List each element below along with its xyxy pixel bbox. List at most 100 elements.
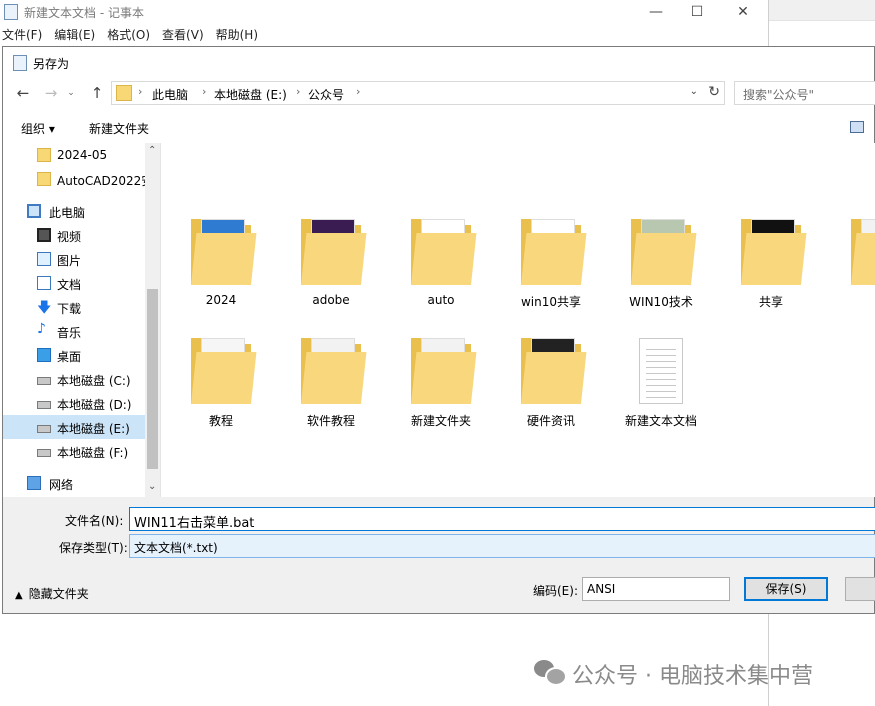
nav-item-label: 视频 <box>57 230 82 244</box>
notepad-title-bar: 新建文本文档 - 记事本 — ☐ ✕ <box>0 0 768 24</box>
menu-format[interactable]: 格式(O) <box>107 28 150 42</box>
nav-item[interactable]: 本地磁盘 (E:) <box>3 415 145 439</box>
chevron-down-icon[interactable]: ⌄ <box>690 86 698 97</box>
nav-item[interactable]: 本地磁盘 (F:) <box>3 439 145 463</box>
dialog-footer: ▲ 隐藏文件夹 编码(E): ANSI ⌄ 保存(S) <box>3 567 875 615</box>
view-options-icon[interactable] <box>850 121 864 133</box>
file-name: 新建文件夹 <box>410 414 471 428</box>
scroll-thumb[interactable] <box>147 289 158 469</box>
back-arrow-icon[interactable]: ← <box>15 85 31 101</box>
folder-item[interactable]: 新建文件夹 <box>391 326 491 436</box>
new-folder-button[interactable]: 新建文件夹 <box>89 120 149 137</box>
file-name: 教程 <box>208 414 233 428</box>
recent-dropdown-icon[interactable]: ⌄ <box>63 85 79 101</box>
menu-file[interactable]: 文件(F) <box>2 28 42 42</box>
nav-item[interactable]: 本地磁盘 (D:) <box>3 391 145 415</box>
nav-item-label: 下载 <box>57 302 82 316</box>
folder-icon <box>301 219 367 285</box>
maximize-button[interactable]: ☐ <box>677 2 717 22</box>
nav-item-label: AutoCAD2022安 <box>57 174 154 188</box>
folder-item[interactable]: 2024 <box>171 207 271 317</box>
file-name: 2024 <box>205 293 237 307</box>
drive-icon <box>37 425 51 433</box>
file-name: adobe <box>312 293 350 307</box>
file-name: auto <box>427 293 455 307</box>
dialog-title: 另存为 <box>33 57 70 71</box>
filetype-select[interactable]: 文本文档(*.txt) <box>129 534 875 558</box>
background-window-strip <box>769 0 875 21</box>
folder-item[interactable]: WIN10技术 <box>611 207 711 317</box>
search-input[interactable]: 搜索"公众号" <box>734 81 875 105</box>
cancel-button[interactable] <box>845 577 875 601</box>
refresh-icon[interactable]: ↻ <box>708 84 720 100</box>
folder-icon <box>37 172 51 186</box>
encoding-select[interactable]: ANSI ⌄ <box>582 577 730 601</box>
file-name: WIN10技术 <box>629 295 693 309</box>
scroll-up-icon[interactable]: ⌃ <box>148 145 156 156</box>
close-button[interactable]: ✕ <box>723 2 763 22</box>
nav-item-label: 图片 <box>57 254 82 268</box>
nav-scrollbar[interactable]: ⌃ ⌄ <box>145 143 160 497</box>
folder-item[interactable]: adobe <box>281 207 381 317</box>
file-item[interactable]: 新建文本文档 <box>611 326 711 436</box>
hide-folders-label: 隐藏文件夹 <box>28 587 89 601</box>
save-as-dialog: 另存为 ← → ⌄ ↑ › 此电脑 › 本地磁盘 (E:) › 公众号 › ⌄ … <box>2 46 875 614</box>
folder-icon <box>301 338 367 404</box>
nav-item[interactable]: 此电脑 <box>3 199 145 223</box>
search-placeholder: 搜索"公众号" <box>743 88 815 102</box>
menu-view[interactable]: 查看(V) <box>162 28 204 42</box>
breadcrumb-folder[interactable]: 公众号 <box>308 86 344 103</box>
save-button[interactable]: 保存(S) <box>744 577 828 601</box>
folder-item[interactable]: 技 <box>831 207 875 317</box>
desktop-icon <box>37 348 51 362</box>
nav-item[interactable]: 🡇 下载 <box>3 295 145 319</box>
file-name: 软件教程 <box>306 414 355 428</box>
notepad-icon <box>4 4 18 20</box>
folder-item[interactable]: 教程 <box>171 326 271 436</box>
filename-input[interactable]: WIN11右击菜单.bat <box>129 507 875 531</box>
computer-icon <box>27 204 41 218</box>
breadcrumb-this-pc[interactable]: 此电脑 <box>152 86 188 103</box>
filename-value: WIN11右击菜单.bat <box>134 516 255 531</box>
folder-icon <box>631 219 697 285</box>
file-name: win10共享 <box>520 295 582 309</box>
folder-item[interactable]: 软件教程 <box>281 326 381 436</box>
nav-item[interactable]: 本地磁盘 (C:) <box>3 367 145 391</box>
filename-label: 文件名(N): <box>65 514 124 528</box>
nav-item[interactable]: ♪ 音乐 <box>3 319 145 343</box>
nav-item-label: 网络 <box>49 478 74 492</box>
folder-item[interactable]: auto <box>391 207 491 317</box>
nav-item-label: 2024-05 <box>57 148 108 162</box>
up-arrow-icon[interactable]: ↑ <box>89 85 105 101</box>
nav-item[interactable]: 2024-05 <box>3 143 145 167</box>
network-icon <box>27 476 41 490</box>
breadcrumb-drive-e[interactable]: 本地磁盘 (E:) <box>214 86 287 103</box>
minimize-button[interactable]: — <box>636 2 676 22</box>
nav-item[interactable]: 网络 <box>3 471 145 495</box>
menu-help[interactable]: 帮助(H) <box>216 28 258 42</box>
nav-item[interactable]: 视频 <box>3 223 145 247</box>
folder-item[interactable]: 硬件资讯 <box>501 326 601 436</box>
address-field[interactable]: › 此电脑 › 本地磁盘 (E:) › 公众号 › ⌄ ↻ <box>111 81 725 105</box>
nav-item-label: 文档 <box>57 278 82 292</box>
nav-item[interactable]: AutoCAD2022安 <box>3 167 153 191</box>
filetype-label: 保存类型(T): <box>59 541 128 555</box>
file-name: 共享 <box>758 295 783 309</box>
menu-edit[interactable]: 编辑(E) <box>54 28 95 42</box>
nav-item-label: 本地磁盘 (E:) <box>57 422 130 436</box>
scroll-down-icon[interactable]: ⌄ <box>148 481 156 492</box>
organize-button[interactable]: 组织 ▾ <box>21 120 55 137</box>
nav-item[interactable]: 图片 <box>3 247 145 271</box>
folder-item[interactable]: 共享 <box>721 207 821 317</box>
folder-icon <box>411 219 477 285</box>
music-icon: ♪ <box>37 321 46 337</box>
forward-arrow-icon[interactable]: → <box>43 85 59 101</box>
nav-item-label: 桌面 <box>57 350 82 364</box>
folder-icon <box>191 338 257 404</box>
nav-item[interactable]: 文档 <box>3 271 145 295</box>
hide-folders-toggle[interactable]: ▲ 隐藏文件夹 <box>15 585 89 602</box>
drive-icon <box>37 449 51 457</box>
nav-item[interactable]: 桌面 <box>3 343 145 367</box>
folder-item[interactable]: win10共享 <box>501 207 601 317</box>
wechat-icon <box>534 660 567 686</box>
